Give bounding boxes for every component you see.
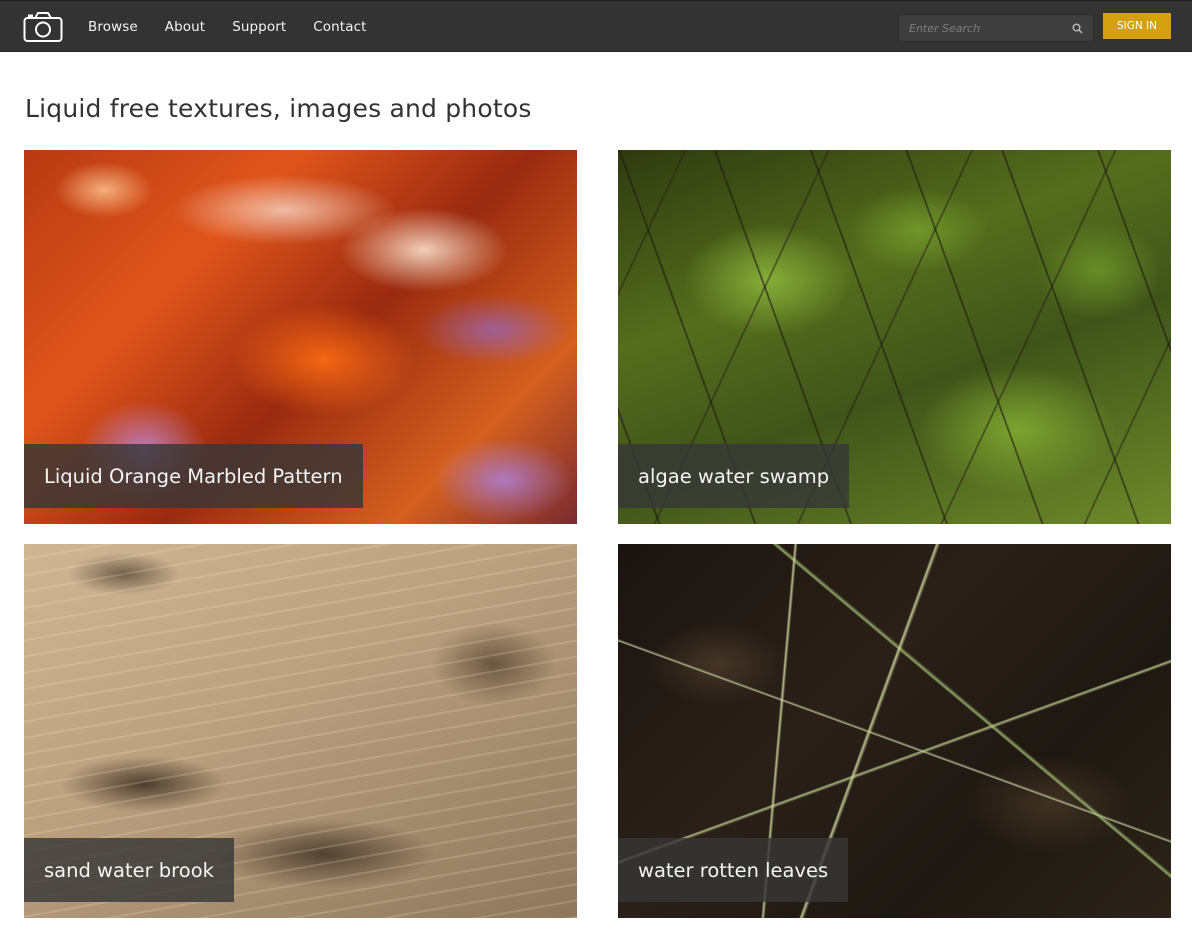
search-input[interactable]	[899, 15, 1069, 41]
sign-in-button[interactable]: SIGN IN	[1103, 13, 1171, 39]
nav-about-link[interactable]: About	[165, 19, 205, 35]
texture-card[interactable]: algae water swamp	[618, 150, 1171, 524]
search-box	[898, 14, 1094, 42]
card-caption[interactable]: Liquid Orange Marbled Pattern	[24, 444, 363, 508]
nav-support-link[interactable]: Support	[232, 19, 286, 35]
page-title: Liquid free textures, images and photos	[25, 94, 532, 123]
nav-browse-link[interactable]: Browse	[88, 19, 138, 35]
search-icon[interactable]	[1072, 23, 1083, 34]
texture-card[interactable]: Liquid Orange Marbled Pattern	[24, 150, 577, 524]
camera-icon[interactable]	[23, 11, 63, 43]
card-caption[interactable]: water rotten leaves	[618, 838, 849, 902]
texture-card[interactable]: water rotten leaves	[618, 544, 1171, 918]
card-caption[interactable]: sand water brook	[24, 838, 234, 902]
texture-card[interactable]: sand water brook	[24, 544, 577, 918]
card-caption[interactable]: algae water swamp	[618, 444, 850, 508]
nav-contact-link[interactable]: Contact	[313, 19, 366, 35]
top-nav-bar: Browse About Support Contact SIGN IN	[0, 0, 1192, 52]
main-nav: Browse About Support Contact	[88, 1, 394, 53]
